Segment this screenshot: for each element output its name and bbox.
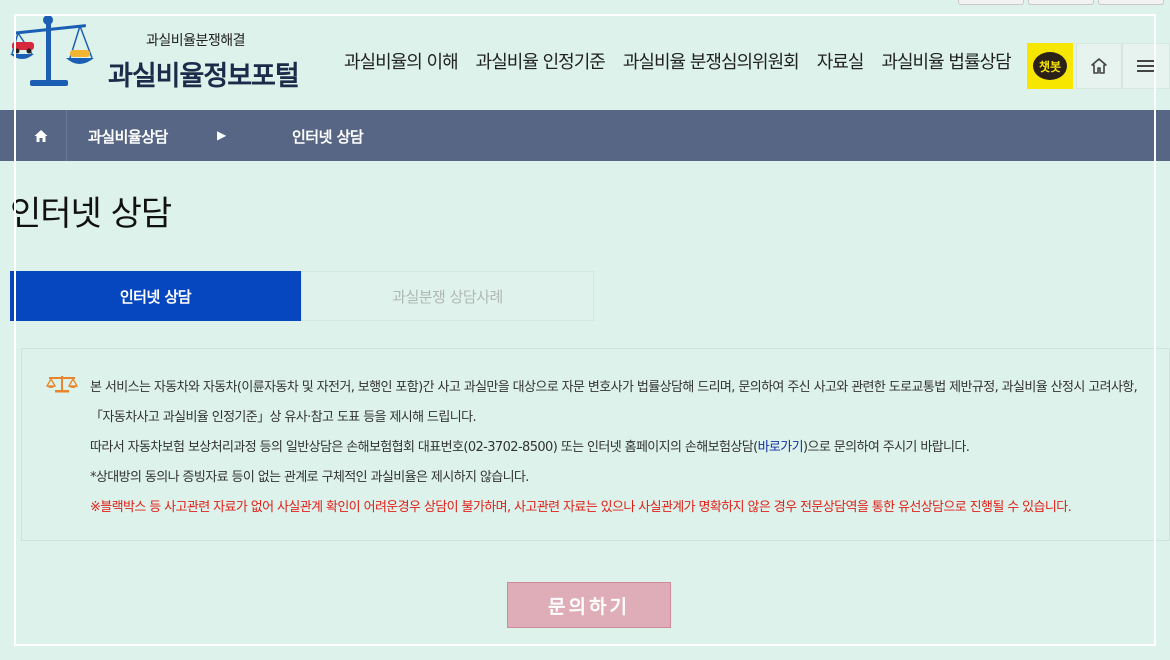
logo-subtitle: 과실비율분쟁해결 bbox=[146, 33, 246, 49]
breadcrumb-level1[interactable]: 과실비율상담 bbox=[88, 126, 168, 147]
breadcrumb-home[interactable] bbox=[14, 110, 67, 161]
breadcrumb-arrow-icon: ▶ bbox=[217, 128, 227, 142]
site-header: 과실비율분쟁해결 과실비율정보포털 과실비율의 이해 과실비율 인정기준 과실비… bbox=[0, 0, 1170, 110]
hamburger-menu-icon bbox=[1137, 60, 1155, 72]
scales-icon bbox=[45, 374, 79, 398]
nav-item-committee[interactable]: 과실비율 분쟁심의위원회 bbox=[623, 48, 800, 74]
tab-consult-cases[interactable]: 과실분쟁 상담사례 bbox=[301, 271, 594, 321]
tab-bar: 인터넷 상담 과실분쟁 상담사례 bbox=[10, 271, 594, 321]
home-icon bbox=[34, 129, 47, 142]
notice-box: 본 서비스는 자동차와 자동차(이륜자동차 및 자전거, 보행인 포함)간 사고… bbox=[21, 348, 1170, 541]
notice-line-disclaimer: *상대방의 동의나 증빙자료 등이 없는 관계로 구체적인 과실비율은 제시하지… bbox=[90, 470, 529, 485]
site-logo[interactable]: 과실비율분쟁해결 과실비율정보포털 bbox=[8, 14, 308, 94]
nav-item-criteria[interactable]: 과실비율 인정기준 bbox=[476, 48, 606, 74]
home-button[interactable] bbox=[1076, 43, 1122, 89]
notice-text: 본 서비스는 자동차와 자동차(이륜자동차 및 자전거, 보행인 포함)간 사고… bbox=[90, 373, 1160, 523]
notice-line-warning: ※블랙박스 등 사고관련 자료가 없어 사실관계 확인이 어려운경우 상담이 불… bbox=[90, 500, 1072, 515]
chatbot-button[interactable]: 챗봇 bbox=[1027, 43, 1073, 89]
notice-line-general-text-end: )으로 문의하여 주시기 바랍니다. bbox=[803, 440, 970, 455]
nav-item-understanding[interactable]: 과실비율의 이해 bbox=[344, 48, 459, 74]
breadcrumb: 과실비율상담 ▶ 인터넷 상담 bbox=[0, 110, 1170, 161]
shortcut-link[interactable]: 바로가기 bbox=[758, 440, 804, 455]
notice-line-general-consult: 따라서 자동차보험 보상처리과정 등의 일반상담은 손해보험협회 대표번호(02… bbox=[90, 433, 1160, 463]
menu-button[interactable] bbox=[1122, 43, 1170, 89]
breadcrumb-level2[interactable]: 인터넷 상담 bbox=[292, 126, 364, 147]
tab-internet-consult[interactable]: 인터넷 상담 bbox=[10, 271, 301, 321]
home-icon bbox=[1091, 58, 1107, 74]
nav-item-resources[interactable]: 자료실 bbox=[817, 48, 865, 74]
inquiry-button[interactable]: 문의하기 bbox=[507, 582, 671, 628]
notice-line-general-text: 따라서 자동차보험 보상처리과정 등의 일반상담은 손해보험협회 대표번호(02… bbox=[90, 440, 758, 455]
notice-line-service: 본 서비스는 자동차와 자동차(이륜자동차 및 자전거, 보행인 포함)간 사고… bbox=[90, 380, 1138, 425]
chatbot-bubble-icon: 챗봇 bbox=[1033, 52, 1067, 80]
page-title: 인터넷 상담 bbox=[10, 194, 172, 234]
nav-item-legal-consult[interactable]: 과실비율 법률상담 bbox=[881, 48, 1011, 74]
logo-title: 과실비율정보포털 bbox=[108, 61, 300, 92]
main-nav: 과실비율의 이해 과실비율 인정기준 과실비율 분쟁심의위원회 자료실 과실비율… bbox=[344, 48, 1012, 74]
scales-logo-icon bbox=[8, 14, 98, 90]
